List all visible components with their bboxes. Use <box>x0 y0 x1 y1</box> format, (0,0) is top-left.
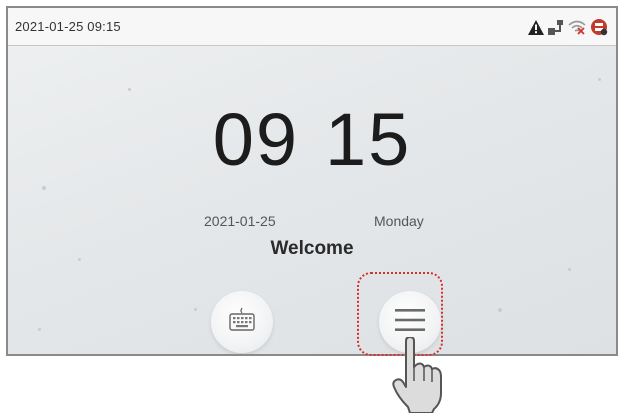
clock-display: 09 15 <box>8 103 616 177</box>
background-speck <box>568 268 571 271</box>
background-speck <box>194 308 197 311</box>
status-bar: 2021-01-25 09:15 <box>8 8 616 46</box>
background-speck <box>598 78 601 81</box>
ethernet-icon <box>548 19 564 35</box>
background-speck <box>38 328 41 331</box>
welcome-message: Welcome <box>270 238 354 259</box>
status-datetime: 2021-01-25 09:15 <box>15 19 121 34</box>
cloud-server-icon <box>590 18 608 36</box>
clock-hours: 09 <box>212 98 299 181</box>
weekday-label: Monday <box>374 213 424 229</box>
status-icons <box>528 17 608 37</box>
wifi-off-icon <box>568 19 586 35</box>
background-speck <box>498 308 502 312</box>
background-speck <box>42 186 46 190</box>
pointing-hand-icon <box>390 336 448 418</box>
background-speck <box>128 88 131 91</box>
clock-minutes: 15 <box>325 98 412 181</box>
keyboard-icon <box>227 305 257 340</box>
date-label: 2021-01-25 <box>204 213 276 229</box>
warning-icon <box>528 19 544 35</box>
device-screen: 2021-01-25 09:15 09 15 2021-01-25 Monday … <box>6 6 618 356</box>
keyboard-button[interactable] <box>211 291 273 353</box>
